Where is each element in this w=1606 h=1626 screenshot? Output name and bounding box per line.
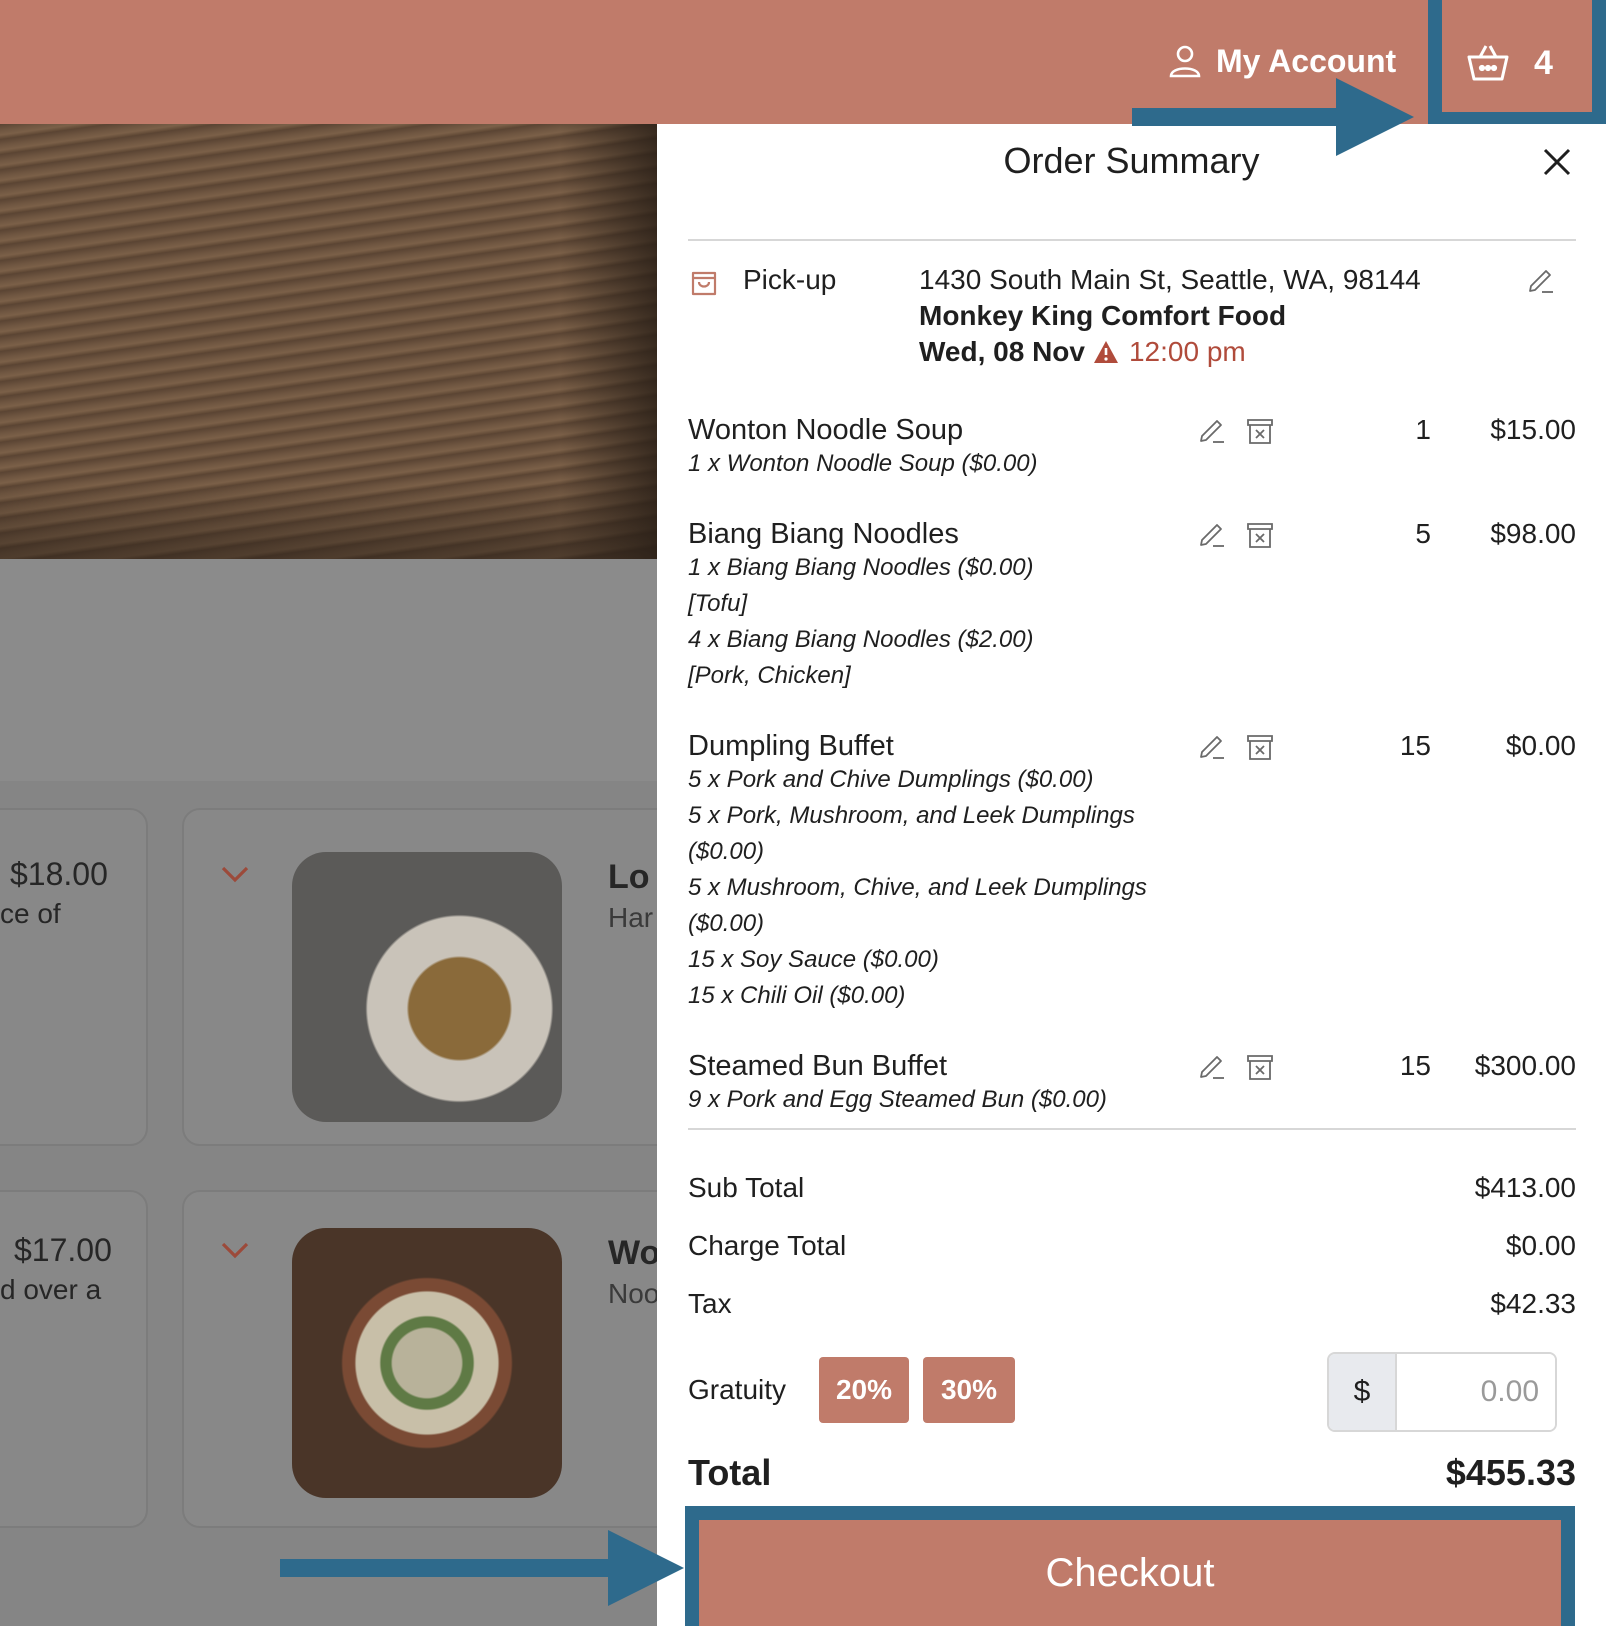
item-detail: 1 x Biang Biang Noodles ($0.00) <box>688 554 1034 581</box>
edit-icon[interactable] <box>1198 1052 1226 1080</box>
order-item: Steamed Bun Buffet 15 $300.00 9 x Pork a… <box>688 1050 1576 1124</box>
item-detail: [Tofu] <box>688 590 748 617</box>
order-item: Dumpling Buffet 15 $0.00 5 x Pork and Ch… <box>688 730 1576 1020</box>
menu-card-desc: ce of <box>0 898 61 929</box>
restaurant-name: Monkey King Comfort Food <box>919 300 1287 331</box>
item-quantity: 15 <box>1399 730 1431 761</box>
edit-pickup-icon[interactable] <box>1527 266 1555 294</box>
item-price: $300.00 <box>1474 1050 1576 1081</box>
total-value: $455.33 <box>1445 1452 1576 1493</box>
hero-image <box>0 124 657 559</box>
edit-icon[interactable] <box>1198 732 1226 760</box>
edit-icon[interactable] <box>1198 520 1226 548</box>
noodle-dish-image <box>292 852 562 1122</box>
menu-card-title: Wo <box>608 1234 661 1272</box>
menu-card-desc: d over a <box>0 1274 102 1305</box>
item-price: $0.00 <box>1505 730 1576 761</box>
item-detail: 5 x Pork, Mushroom, and Leek Dumplings <box>688 802 1135 829</box>
item-detail: ($0.00) <box>688 910 765 937</box>
item-detail: 5 x Pork and Chive Dumplings ($0.00) <box>688 766 1094 793</box>
gratuity-30-button[interactable]: 30% <box>923 1357 1015 1423</box>
cart-count: 4 <box>1534 43 1553 82</box>
cart-button[interactable]: 4 <box>1442 14 1592 112</box>
item-name: Steamed Bun Buffet <box>688 1050 948 1082</box>
item-price: $98.00 <box>1490 518 1576 549</box>
sub-total-value: $413.00 <box>1474 1172 1576 1203</box>
arrow-icon <box>280 1530 684 1606</box>
item-quantity: 15 <box>1399 1050 1431 1081</box>
menu-card-subtitle: Noo <box>608 1278 660 1309</box>
item-detail: 1 x Wonton Noodle Soup ($0.00) <box>688 450 1038 477</box>
item-detail: 9 x Pork and Egg Steamed Bun ($0.00) <box>688 1086 1107 1113</box>
close-icon[interactable] <box>1537 142 1577 182</box>
item-name: Biang Biang Noodles <box>688 518 959 550</box>
charge-total-value: $0.00 <box>1505 1230 1576 1261</box>
delete-icon[interactable] <box>1245 520 1275 550</box>
gratuity-input[interactable] <box>1397 1354 1555 1430</box>
chevron-down-icon[interactable] <box>220 858 250 892</box>
user-icon <box>1169 45 1201 78</box>
pickup-datetime: Wed, 08 Nov 12:00 pm <box>919 336 1246 368</box>
delete-icon[interactable] <box>1245 1052 1275 1082</box>
item-detail: 4 x Biang Biang Noodles ($2.00) <box>688 626 1034 653</box>
menu-card-title: Lo <box>608 858 650 896</box>
tax-label: Tax <box>688 1288 732 1319</box>
tax-value: $42.33 <box>1490 1288 1576 1319</box>
delete-icon[interactable] <box>1245 416 1275 446</box>
page-band <box>0 559 657 781</box>
item-price: $15.00 <box>1490 414 1576 445</box>
pickup-date: Wed, 08 Nov <box>919 336 1085 367</box>
gratuity-amount-field: $ <box>1327 1352 1557 1432</box>
pickup-time: 12:00 pm <box>1128 336 1246 367</box>
total-label: Total <box>688 1452 772 1493</box>
item-quantity: 1 <box>1415 414 1431 445</box>
wonton-soup-image <box>292 1228 562 1498</box>
edit-icon[interactable] <box>1198 416 1226 444</box>
item-detail: 5 x Mushroom, Chive, and Leek Dumplings <box>688 874 1147 901</box>
arrow-icon <box>1132 78 1414 156</box>
divider <box>688 1128 1576 1130</box>
pickup-label: Pick-up <box>743 264 837 295</box>
menu-card-price: $18.00 <box>10 856 108 892</box>
basket-icon <box>1467 45 1509 81</box>
pickup-address: 1430 South Main St, Seattle, WA, 98144 <box>919 264 1421 295</box>
item-name: Wonton Noodle Soup <box>688 414 964 446</box>
menu-card-subtitle: Har <box>608 902 654 933</box>
gratuity-20-button[interactable]: 20% <box>819 1357 909 1423</box>
delete-icon[interactable] <box>1245 732 1275 762</box>
chevron-down-icon[interactable] <box>220 1234 250 1268</box>
my-account-label: My Account <box>1216 42 1397 79</box>
divider <box>688 239 1576 241</box>
item-detail: 15 x Chili Oil ($0.00) <box>688 982 906 1009</box>
sub-total-label: Sub Total <box>688 1172 805 1203</box>
order-summary-panel: Order Summary Pick-up 1430 South Main St… <box>657 124 1606 1626</box>
warning-icon <box>1093 341 1118 363</box>
gratuity-label: Gratuity <box>688 1374 787 1405</box>
item-detail: 15 x Soy Sauce ($0.00) <box>688 946 939 973</box>
item-name: Dumpling Buffet <box>688 730 894 762</box>
menu-card-price: $17.00 <box>14 1232 112 1268</box>
charge-total-label: Charge Total <box>688 1230 847 1261</box>
checkout-button[interactable]: Checkout <box>699 1520 1561 1626</box>
currency-addon: $ <box>1329 1354 1397 1430</box>
item-detail: [Pork, Chicken] <box>688 662 851 689</box>
order-item: Biang Biang Noodles 5 $98.00 1 x Biang B… <box>688 518 1576 698</box>
item-detail: ($0.00) <box>688 838 765 865</box>
item-quantity: 5 <box>1415 518 1431 549</box>
shopping-bag-icon <box>691 271 717 296</box>
order-item: Wonton Noodle Soup 1 $15.00 1 x Wonton N… <box>688 414 1576 494</box>
